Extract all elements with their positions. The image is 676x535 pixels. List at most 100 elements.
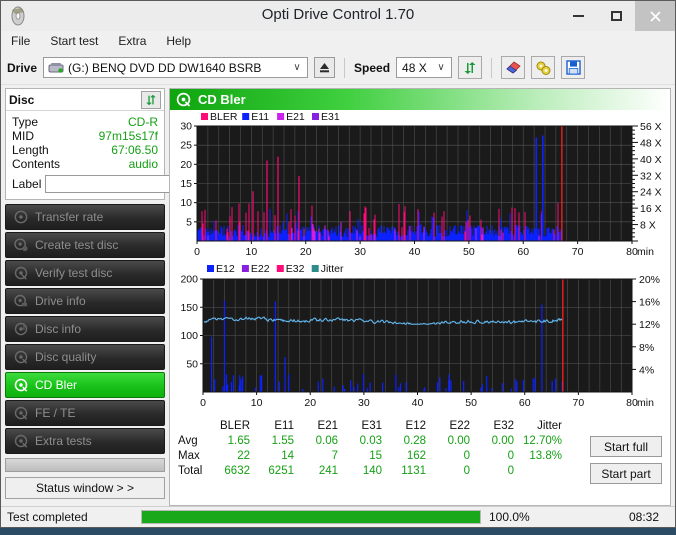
- svg-text:40 X: 40 X: [640, 154, 662, 166]
- minimize-button[interactable]: [559, 1, 597, 31]
- toolbar-divider: [344, 57, 346, 78]
- svg-text:E31: E31: [362, 420, 382, 432]
- maximize-button[interactable]: [597, 1, 635, 31]
- sidebar-item-label: Disc info: [35, 322, 82, 336]
- svg-text:30: 30: [358, 397, 370, 409]
- svg-text:0.28: 0.28: [404, 435, 426, 447]
- action-buttons: Start full Start part: [590, 436, 662, 484]
- erase-button[interactable]: [501, 56, 526, 79]
- nav-spacer: [5, 458, 165, 472]
- svg-text:24 X: 24 X: [640, 187, 662, 199]
- chevron-down-icon: ∨: [293, 62, 301, 73]
- svg-text:40: 40: [409, 246, 421, 258]
- disc-label-row: Label: [12, 174, 251, 194]
- svg-text:E11: E11: [274, 420, 294, 432]
- drive-select[interactable]: (G:) BENQ DVD DD DW1640 BSRB ∨: [43, 57, 309, 78]
- sidebar-item-fe-te[interactable]: FE / TE: [5, 400, 165, 426]
- refresh-icon: [464, 61, 476, 74]
- svg-text:25: 25: [180, 140, 192, 152]
- svg-text:Max: Max: [178, 450, 200, 462]
- sidebar-item-disc-info[interactable]: Disc info: [5, 316, 165, 342]
- sidebar-item-verify-test-disc[interactable]: Verify test disc: [5, 260, 165, 286]
- menu-bar: File Start test Extra Help: [1, 31, 675, 51]
- disc-refresh-button[interactable]: [141, 90, 161, 109]
- sidebar-item-transfer-rate[interactable]: Transfer rate: [5, 204, 165, 230]
- svg-text:1.55: 1.55: [272, 435, 294, 447]
- svg-text:150: 150: [180, 302, 198, 314]
- svg-text:15: 15: [369, 450, 382, 462]
- sidebar-item-label: CD Bler: [35, 378, 78, 392]
- menu-item-help[interactable]: Help: [164, 32, 193, 50]
- svg-text:60: 60: [519, 397, 531, 409]
- svg-text:Avg: Avg: [178, 435, 198, 447]
- svg-text:100: 100: [180, 330, 198, 342]
- disc-burn-icon: [14, 238, 28, 252]
- svg-text:E12: E12: [406, 420, 426, 432]
- disc-row-value: 97m15s17f: [98, 129, 158, 143]
- cd-bler-panel-title: CD Bler: [198, 92, 246, 107]
- disc-panel-title: Disc: [9, 92, 35, 107]
- eject-icon: [320, 63, 330, 73]
- bler-chart[interactable]: BLER E11 E21 E31 5 10 15 20 25 30 0 10 20 30 40 50 60 70 8…: [170, 110, 673, 262]
- svg-text:7: 7: [332, 450, 338, 462]
- disc-row-key: Type: [12, 115, 39, 129]
- main-body: Disc Type CD-R MID 97m15s17f Length 67:0…: [1, 85, 675, 506]
- svg-text:min: min: [637, 246, 654, 258]
- svg-text:E22: E22: [450, 420, 470, 432]
- refresh-button[interactable]: [458, 56, 483, 79]
- save-button[interactable]: [561, 56, 586, 79]
- elapsed-time: 08:32: [628, 510, 659, 524]
- sidebar-item-create-test-disc[interactable]: Create test disc: [5, 232, 165, 258]
- svg-text:BLER: BLER: [210, 111, 238, 123]
- svg-text:12.70%: 12.70%: [523, 435, 562, 447]
- start-full-button[interactable]: Start full: [590, 436, 662, 457]
- svg-text:14: 14: [281, 450, 294, 462]
- svg-text:70: 70: [572, 246, 584, 258]
- svg-text:min: min: [637, 397, 654, 409]
- e12-jitter-chart[interactable]: E12 E22 E32 Jitter 50 100 150 200 0 10 20 30 40 50 60 7…: [170, 262, 673, 417]
- svg-text:70: 70: [573, 397, 585, 409]
- menu-item-file[interactable]: File: [9, 32, 32, 50]
- disc-row-key: MID: [12, 129, 34, 143]
- svg-text:20%: 20%: [639, 274, 660, 286]
- disc-verify-icon: [14, 266, 28, 280]
- menu-item-start-test[interactable]: Start test: [48, 32, 100, 50]
- sidebar-item-cd-bler[interactable]: CD Bler: [5, 372, 165, 398]
- svg-text:E12: E12: [216, 263, 235, 275]
- start-part-button[interactable]: Start part: [590, 463, 662, 484]
- disc-test-icon: [14, 210, 28, 224]
- svg-text:0: 0: [200, 397, 206, 409]
- speed-select[interactable]: 48 X ∨: [396, 57, 453, 78]
- svg-text:E31: E31: [321, 111, 340, 123]
- eraser-icon: [505, 60, 521, 74]
- svg-text:50: 50: [186, 358, 198, 370]
- svg-text:241: 241: [319, 465, 338, 477]
- right-column: CD Bler BLER E11 E21 E31 5 10 15 20 25 30 0 10 20 30 4…: [169, 88, 671, 506]
- sidebar-item-label: Extra tests: [35, 434, 92, 448]
- svg-text:E32: E32: [286, 263, 305, 275]
- sidebar-item-extra-tests[interactable]: Extra tests: [5, 428, 165, 454]
- svg-text:1131: 1131: [401, 465, 426, 477]
- chevron-down-icon: ∨: [437, 62, 445, 73]
- sidebar-item-label: Create test disc: [35, 238, 119, 252]
- disc-row-value: audio: [128, 157, 158, 171]
- close-button[interactable]: [635, 1, 675, 31]
- drive-select-value: (G:) BENQ DVD DD DW1640 BSRB: [68, 60, 262, 75]
- settings-button[interactable]: [531, 56, 556, 79]
- svg-text:8 X: 8 X: [640, 220, 656, 232]
- svg-text:0.06: 0.06: [316, 435, 338, 447]
- sidebar-item-label: Disc quality: [35, 350, 97, 364]
- svg-text:16%: 16%: [639, 297, 660, 309]
- disc-row-value: CD-R: [128, 115, 158, 129]
- svg-text:4%: 4%: [639, 364, 654, 376]
- status-window-button[interactable]: Status window > >: [5, 477, 165, 499]
- app-window: Opti Drive Control 1.70 File Start test …: [0, 0, 676, 528]
- svg-text:200: 200: [180, 274, 198, 286]
- svg-text:0: 0: [508, 450, 514, 462]
- svg-text:30: 30: [180, 121, 192, 133]
- sidebar-item-disc-quality[interactable]: Disc quality: [5, 344, 165, 370]
- eject-button[interactable]: [314, 57, 336, 78]
- disc-row-key: Contents: [12, 157, 61, 171]
- menu-item-extra[interactable]: Extra: [116, 32, 148, 50]
- sidebar-item-drive-info[interactable]: Drive info: [5, 288, 165, 314]
